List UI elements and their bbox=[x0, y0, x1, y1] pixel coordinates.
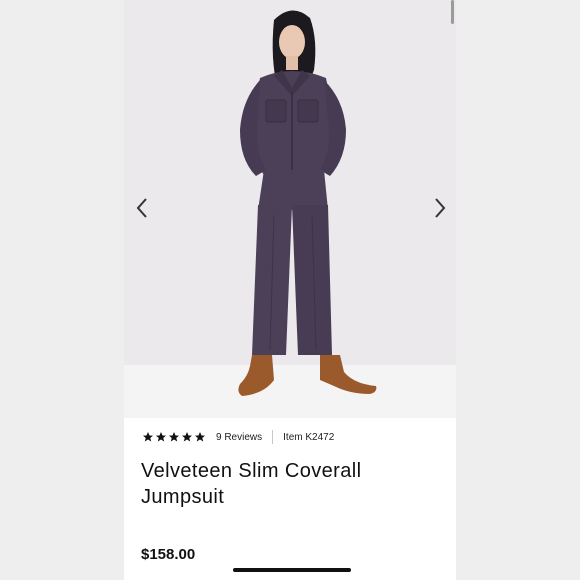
home-indicator[interactable] bbox=[233, 568, 351, 572]
product-screen: 9 Reviews Item K2472 Velveteen Slim Cove… bbox=[124, 0, 456, 580]
product-title-line-2: Jumpsuit bbox=[141, 486, 225, 508]
star-icon bbox=[143, 432, 153, 442]
product-title-line-1: Velveteen Slim Coverall bbox=[141, 460, 362, 482]
star-icon bbox=[195, 432, 205, 442]
product-meta-row: 9 Reviews Item K2472 bbox=[142, 429, 334, 445]
star-rating[interactable] bbox=[142, 431, 206, 443]
product-info: 9 Reviews Item K2472 Velveteen Slim Cove… bbox=[124, 418, 456, 580]
star-icon bbox=[169, 432, 179, 442]
reviews-link[interactable]: 9 Reviews bbox=[216, 432, 262, 443]
product-price: $158.00 bbox=[141, 546, 196, 563]
chevron-left-icon[interactable] bbox=[130, 196, 154, 220]
product-image bbox=[238, 10, 377, 396]
star-icon bbox=[156, 432, 166, 442]
right-backdrop bbox=[456, 0, 580, 580]
product-image-gallery[interactable] bbox=[124, 0, 456, 418]
meta-divider bbox=[272, 430, 274, 444]
product-title: Velveteen Slim Coverall Jumpsuit bbox=[141, 458, 441, 510]
left-backdrop bbox=[0, 0, 124, 580]
star-icon bbox=[182, 432, 192, 442]
item-number: Item K2472 bbox=[283, 431, 335, 443]
gallery-scrollbar[interactable] bbox=[451, 0, 454, 24]
chevron-right-icon[interactable] bbox=[428, 196, 452, 220]
